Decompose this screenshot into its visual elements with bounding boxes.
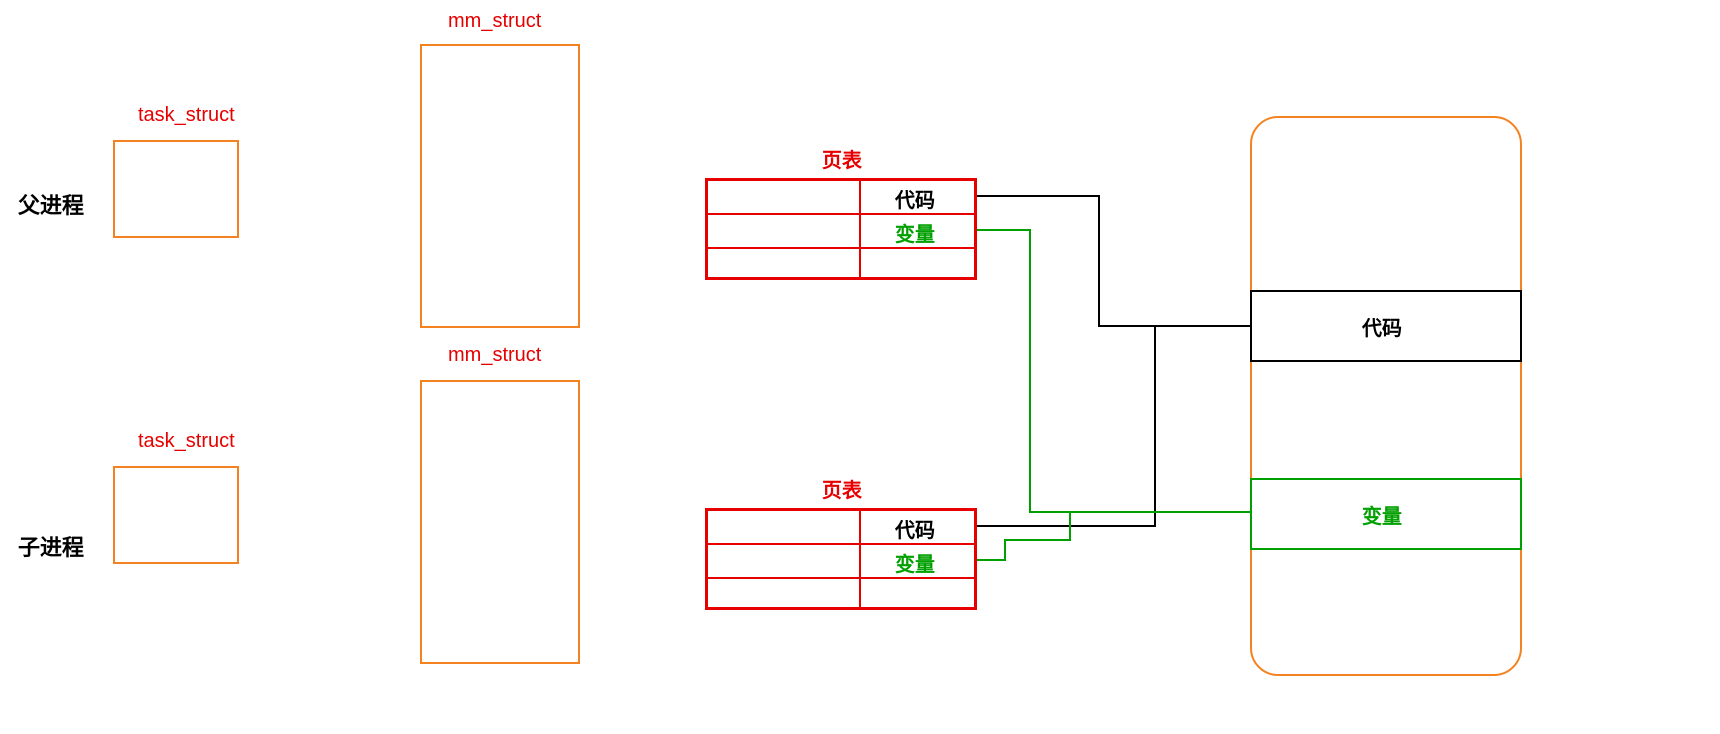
pt-parent-row1-label: 变量 — [895, 218, 935, 247]
diagram-stage: 父进程 子进程 task_struct task_struct mm_struc… — [0, 0, 1720, 734]
pt-child-row0-label: 代码 — [895, 514, 935, 543]
page-table-parent-label: 页表 — [822, 144, 862, 173]
pt-parent-r0c0 — [707, 180, 860, 214]
mm-struct-child-label: mm_struct — [448, 344, 541, 367]
task-struct-child-box — [113, 466, 239, 564]
memory-code-label: 代码 — [1362, 312, 1402, 341]
pt-child-row1-label: 变量 — [895, 548, 935, 577]
mm-struct-child-box — [420, 380, 580, 664]
pt-child-r2c0 — [707, 578, 860, 608]
physical-memory-box — [1250, 116, 1522, 676]
pt-child-r2c1 — [860, 578, 975, 608]
pt-parent-r1c0 — [707, 214, 860, 248]
mm-struct-parent-label: mm_struct — [448, 10, 541, 33]
mm-struct-parent-box — [420, 44, 580, 328]
pt-child-r0c0 — [707, 510, 860, 544]
parent-process-label: 父进程 — [18, 188, 84, 220]
pt-parent-r2c0 — [707, 248, 860, 278]
pt-parent-r2c1 — [860, 248, 975, 278]
pt-parent-row0-label: 代码 — [895, 184, 935, 213]
task-struct-child-label: task_struct — [138, 430, 235, 453]
task-struct-parent-box — [113, 140, 239, 238]
memory-var-label: 变量 — [1362, 500, 1402, 529]
page-table-child-label: 页表 — [822, 474, 862, 503]
pt-child-r1c0 — [707, 544, 860, 578]
child-process-label: 子进程 — [18, 530, 84, 562]
task-struct-parent-label: task_struct — [138, 104, 235, 127]
